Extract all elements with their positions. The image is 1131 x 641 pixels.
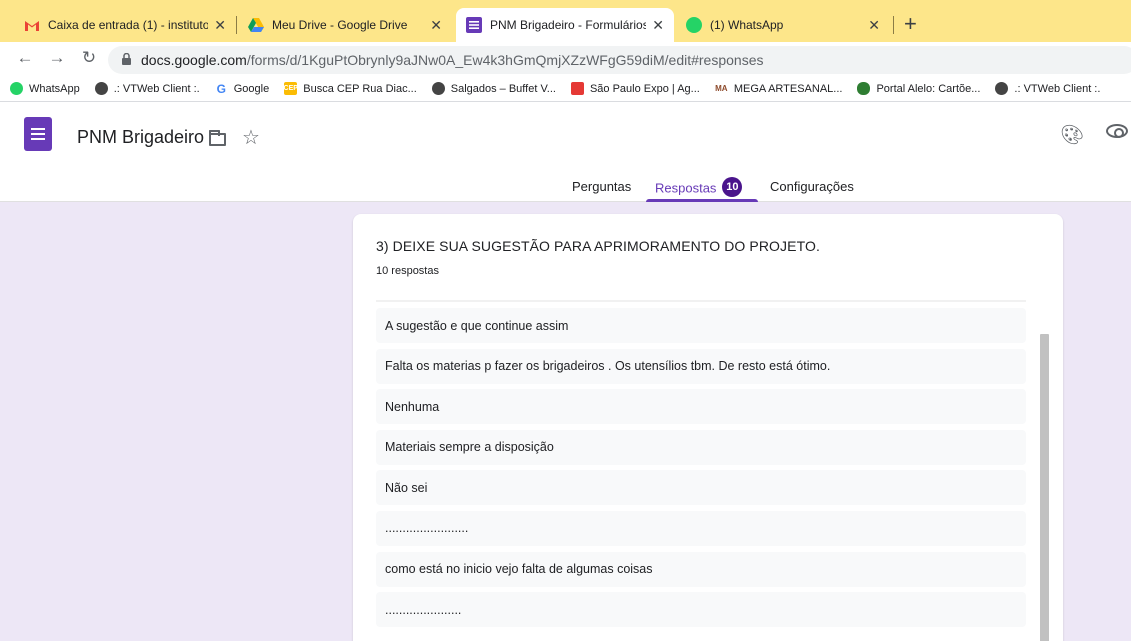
browser-toolbar: ← → ↻ docs.google.com/forms/d/1KguPtObry…: [0, 42, 1131, 76]
cep-icon: CEP: [284, 82, 298, 95]
mega-artesanal-icon: MA: [715, 84, 728, 93]
bookmark-vtweb[interactable]: .: VTWeb Client :.: [94, 82, 200, 95]
answer-item: A sugestão e que continue assim: [376, 308, 1026, 343]
answer-item: ......................: [376, 592, 1026, 628]
responses-count-badge: 10: [722, 177, 743, 197]
close-icon[interactable]: ✕: [868, 17, 880, 34]
star-icon[interactable]: ☆: [242, 125, 260, 150]
answer-item: como está no inicio vejo falta de alguma…: [376, 551, 1026, 587]
bookmark-busca-cep[interactable]: CEP Busca CEP Rua Diac...: [284, 82, 417, 95]
tab-perguntas[interactable]: Perguntas: [572, 179, 631, 194]
tab-respostas-label: Respostas: [655, 180, 717, 196]
expo-icon: [570, 82, 584, 95]
tab-separator: [236, 16, 237, 34]
url-host: docs.google.com: [141, 52, 247, 68]
google-forms-icon: [466, 17, 482, 33]
responses-area: 3) DEIXE SUA SUGESTÃO PARA APRIMORAMENTO…: [0, 202, 1131, 641]
response-count: 10 respostas: [376, 265, 439, 277]
alelo-icon: [857, 82, 871, 95]
whatsapp-icon: [10, 82, 23, 95]
tab-gmail[interactable]: Caixa de entrada (1) - institutoluc ✕: [14, 8, 236, 42]
preview-eye-icon[interactable]: [1106, 124, 1128, 138]
google-forms-logo-icon[interactable]: [24, 117, 52, 151]
lock-icon: [122, 52, 131, 68]
google-g-icon: G: [216, 81, 226, 96]
question-response-card: 3) DEIXE SUA SUGESTÃO PARA APRIMORAMENTO…: [353, 214, 1063, 641]
bookmark-alelo[interactable]: Portal Alelo: Cartõe...: [857, 82, 980, 95]
close-icon[interactable]: ✕: [652, 17, 664, 34]
tab-whatsapp[interactable]: (1) WhatsApp ✕: [676, 8, 890, 42]
globe-icon: [94, 82, 108, 95]
google-drive-icon: [248, 17, 264, 33]
question-title: 3) DEIXE SUA SUGESTÃO PARA APRIMORAMENTO…: [376, 238, 820, 254]
palette-icon[interactable]: 🎨︎: [1060, 123, 1084, 147]
bookmark-vtweb-2[interactable]: .: VTWeb Client :.: [995, 82, 1100, 95]
close-icon[interactable]: ✕: [214, 17, 226, 34]
globe-icon: [431, 82, 445, 95]
forms-header: PNM Brigadeiro ☆ 🎨︎ Perguntas Respostas 1…: [0, 103, 1131, 202]
answer-item: Nenhuma: [376, 389, 1026, 425]
folder-icon[interactable]: [209, 130, 226, 146]
close-icon[interactable]: ✕: [430, 17, 442, 34]
tab-google-forms[interactable]: PNM Brigadeiro - Formulários Gc ✕: [456, 8, 674, 42]
answer-item: ........................: [376, 510, 1026, 546]
answer-item: Não sei: [376, 470, 1026, 506]
globe-icon: [995, 82, 1009, 95]
tab-configuracoes[interactable]: Configurações: [770, 179, 854, 194]
bookmark-google[interactable]: G Google: [215, 81, 270, 96]
tab-separator: [893, 16, 894, 34]
form-title[interactable]: PNM Brigadeiro: [77, 127, 204, 148]
answer-item: Falta os materias p fazer os brigadeiros…: [376, 348, 1026, 384]
bookmark-whatsapp[interactable]: WhatsApp: [10, 82, 80, 95]
form-tabs: Perguntas Respostas 10 Configurações: [0, 175, 1131, 202]
address-bar[interactable]: docs.google.com/forms/d/1KguPtObrynly9aJ…: [108, 46, 1131, 74]
answers-list: A sugestão e que continue assim Falta os…: [376, 308, 1026, 633]
forward-arrow-icon[interactable]: →: [46, 48, 68, 68]
url-path: /forms/d/1KguPtObrynly9aJNw0A_Ew4k3hGmQm…: [246, 52, 764, 68]
tab-respostas[interactable]: Respostas 10: [655, 177, 743, 199]
tab-google-drive[interactable]: Meu Drive - Google Drive ✕: [238, 8, 452, 42]
whatsapp-icon: [686, 17, 702, 33]
browser-tab-strip: Caixa de entrada (1) - institutoluc ✕ Me…: [0, 0, 1131, 42]
back-arrow-icon[interactable]: ←: [14, 48, 36, 68]
bookmark-sao-paulo-expo[interactable]: São Paulo Expo | Ag...: [570, 82, 700, 95]
list-top-divider: [376, 300, 1026, 302]
bookmark-salgados[interactable]: Salgados – Buffet V...: [431, 82, 556, 95]
bookmark-mega-artesanal[interactable]: MA MEGA ARTESANAL...: [715, 82, 842, 95]
answer-item: Materiais sempre a disposição: [376, 429, 1026, 465]
answers-scrollbar[interactable]: [1040, 334, 1049, 641]
bookmarks-bar: WhatsApp .: VTWeb Client :. G Google CEP…: [0, 76, 1131, 102]
reload-icon[interactable]: ↻: [78, 48, 100, 68]
gmail-icon: [24, 17, 40, 33]
new-tab-button[interactable]: +: [904, 12, 917, 36]
